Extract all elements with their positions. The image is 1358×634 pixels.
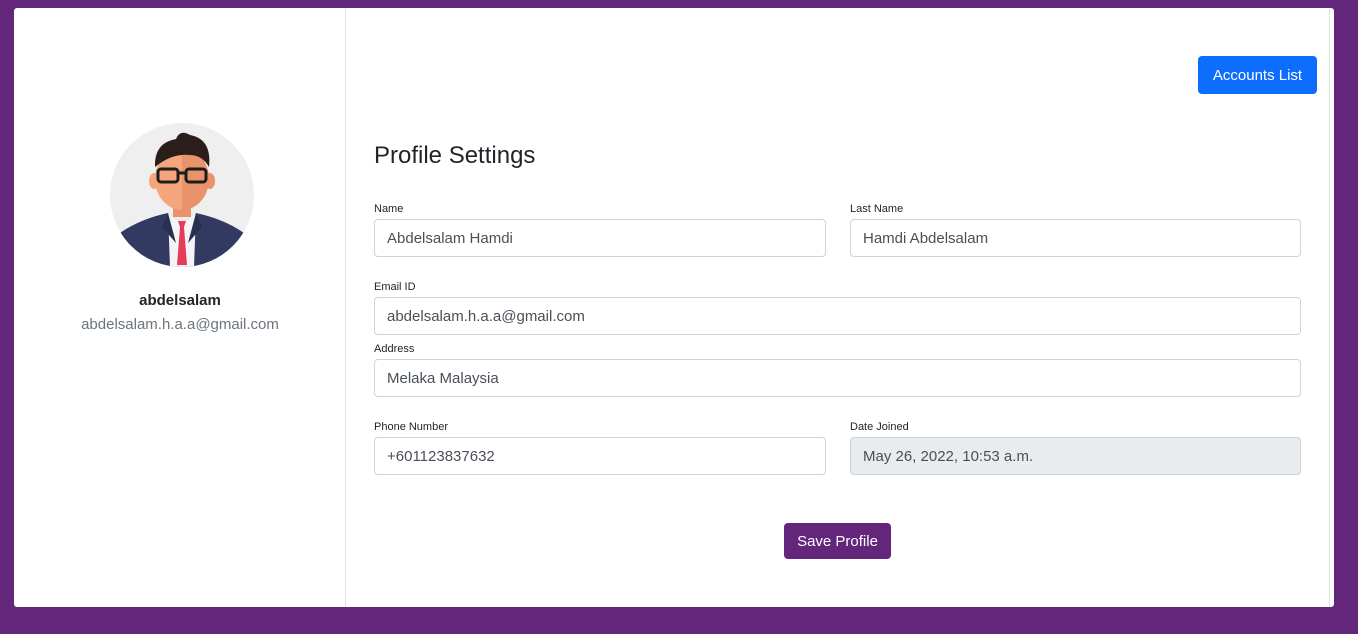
profile-sidebar: abdelsalam abdelsalam.h.a.a@gmail.com: [14, 8, 346, 607]
accounts-list-button[interactable]: Accounts List: [1198, 56, 1317, 94]
phone-input[interactable]: [374, 437, 826, 475]
profile-card: abdelsalam abdelsalam.h.a.a@gmail.com Ac…: [14, 8, 1334, 607]
last-name-label: Last Name: [850, 203, 904, 215]
name-label: Name: [374, 203, 404, 215]
last-name-input[interactable]: [850, 219, 1301, 257]
profile-email: abdelsalam.h.a.a@gmail.com: [81, 316, 279, 333]
name-input[interactable]: [374, 219, 826, 257]
date-joined-input: [850, 437, 1301, 475]
address-input[interactable]: [374, 359, 1301, 397]
email-input[interactable]: [374, 297, 1301, 335]
businessman-avatar-icon: [110, 123, 254, 267]
email-label: Email ID: [374, 281, 416, 293]
date-joined-label: Date Joined: [850, 421, 909, 433]
page-title: Profile Settings: [374, 142, 536, 169]
address-label: Address: [374, 343, 415, 355]
phone-label: Phone Number: [374, 421, 448, 433]
save-profile-button[interactable]: Save Profile: [784, 523, 891, 559]
profile-username: abdelsalam: [139, 292, 221, 309]
divider: [1329, 8, 1330, 607]
